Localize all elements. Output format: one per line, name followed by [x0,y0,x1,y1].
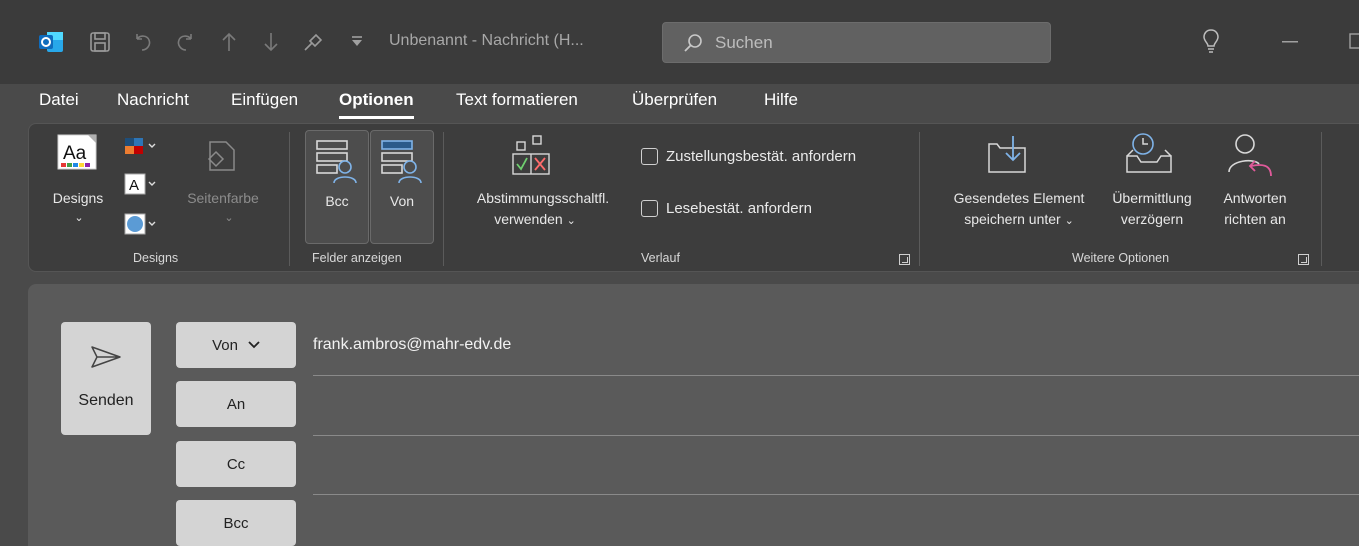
ribbon-tabs: Datei Nachricht Einfügen Optionen Text f… [0,88,1359,119]
theme-effects-icon [124,213,156,235]
weitere-dialog-launcher-icon[interactable] [1298,254,1309,265]
redo-icon[interactable] [174,31,196,53]
cc-button[interactable]: Cc [176,441,296,487]
tab-optionen[interactable]: Optionen [339,90,414,119]
colors-button[interactable] [123,136,159,161]
verlauf-dialog-launcher-icon[interactable] [899,254,910,265]
save-sent-item-button[interactable] [985,134,1031,183]
to-button-label: An [226,395,246,413]
from-field-underline [313,375,1359,376]
chevron-down-icon: ⌄ [1064,215,1074,227]
von-toggle-label: Von [389,193,415,209]
svg-text:A: A [129,177,139,194]
to-button[interactable]: An [176,381,296,427]
save-icon[interactable] [89,31,111,53]
read-receipt-box[interactable] [641,200,658,217]
bcc-field-icon [316,140,357,184]
theme-colors-icon [125,138,156,154]
designs-icon: Aa [57,134,97,170]
designs-label: Designs [52,190,104,206]
delay-delivery-label-2: verzögern [1120,211,1184,227]
theme-fonts-icon: A [124,173,156,195]
tab-datei[interactable]: Datei [39,90,79,110]
title-bar: Unbenannt - Nachricht (H... Suchen [0,0,1359,84]
minimize-icon[interactable] [1282,41,1298,43]
send-label: Senden [78,392,134,409]
verlauf-group-label: Verlauf [641,251,680,265]
bcc-button-label: Bcc [223,514,249,532]
ribbon-separator [289,132,290,266]
felder-group-label: Felder anzeigen [312,251,402,265]
cc-button-label: Cc [226,455,246,473]
to-field-underline[interactable] [313,435,1359,436]
delay-delivery-button[interactable] [1123,132,1175,183]
outlook-app-icon [38,30,64,54]
window-title: Unbenannt - Nachricht (H... [389,32,584,49]
page-color-chevron-icon: ⌄ [224,212,234,224]
voting-buttons-icon [512,135,550,175]
customize-toolbar-icon[interactable] [350,34,364,48]
effects-button[interactable] [123,212,159,241]
direct-replies-label-1: Antworten [1223,190,1287,206]
delay-delivery-icon [1126,133,1172,173]
read-receipt-checkbox[interactable]: Lesebestät. anfordern [641,200,812,217]
from-button[interactable]: Von [176,322,296,368]
from-button-label: Von [212,336,238,354]
ribbon-separator [1321,132,1322,266]
ribbon-separator [443,132,444,266]
page-color-icon [207,141,235,171]
tab-ueberpruefen[interactable]: Überprüfen [632,90,717,110]
designs-button[interactable]: Aa [51,132,103,179]
ribbon-separator [919,132,920,266]
lightbulb-icon[interactable] [1202,28,1220,54]
from-address: frank.ambros@mahr-edv.de [313,336,512,353]
bcc-toggle-button[interactable]: Bcc [305,130,369,244]
delivery-receipt-label: Zustellungsbestät. anfordern [666,148,857,165]
fonts-button[interactable]: A [123,172,159,201]
voting-buttons-label-2: verwenden ⌄ [494,211,576,227]
send-icon [89,344,123,375]
delivery-receipt-box[interactable] [641,148,658,165]
maximize-icon[interactable] [1349,33,1359,49]
arrow-down-icon[interactable] [262,31,280,53]
tab-text-formatieren[interactable]: Text formatieren [456,90,578,110]
format-painter-icon[interactable] [302,31,324,53]
bcc-toggle-label: Bcc [325,193,349,209]
from-field-icon [381,140,422,184]
direct-replies-label-2: richten an [1224,211,1286,227]
chevron-down-icon [248,341,260,349]
cc-field-underline[interactable] [313,494,1359,495]
chevron-down-icon: ⌄ [566,215,576,227]
search-icon [683,33,703,58]
von-toggle-button[interactable]: Von [370,130,434,244]
svg-text:Aa: Aa [63,143,87,164]
page-color-label: Seitenfarbe [187,190,259,206]
voting-buttons-button[interactable] [511,134,551,183]
designs-group-label: Designs [133,251,179,265]
delay-delivery-label-1: Übermittlung [1112,190,1192,206]
voting-buttons-label-1: Abstimmungsschaltfl. [476,190,610,206]
ribbon: Aa Designs ⌄ A Seitenfarbe ⌄ Designs Bcc… [28,123,1359,272]
send-button[interactable]: Senden [61,322,151,435]
save-sent-item-label-1: Gesendetes Element [953,190,1085,206]
direct-replies-button[interactable] [1225,132,1275,185]
direct-replies-icon [1228,134,1272,177]
delivery-receipt-checkbox[interactable]: Zustellungsbestät. anfordern [641,148,856,165]
arrow-up-icon[interactable] [220,31,238,53]
search-input[interactable]: Suchen [662,22,1051,63]
read-receipt-label: Lesebestät. anfordern [666,200,812,217]
chevron-down-icon[interactable]: ⌄ [74,208,84,228]
tab-hilfe[interactable]: Hilfe [764,90,798,110]
weitere-group-label: Weitere Optionen [1072,251,1170,265]
tab-nachricht[interactable]: Nachricht [117,90,189,110]
save-sent-item-label-2: speichern unter ⌄ [964,211,1074,227]
search-placeholder: Suchen [715,33,773,52]
page-color-button[interactable] [201,138,241,179]
bcc-button[interactable]: Bcc [176,500,296,546]
save-sent-item-icon [988,136,1026,173]
undo-icon[interactable] [132,31,154,53]
tab-einfuegen[interactable]: Einfügen [231,90,298,110]
